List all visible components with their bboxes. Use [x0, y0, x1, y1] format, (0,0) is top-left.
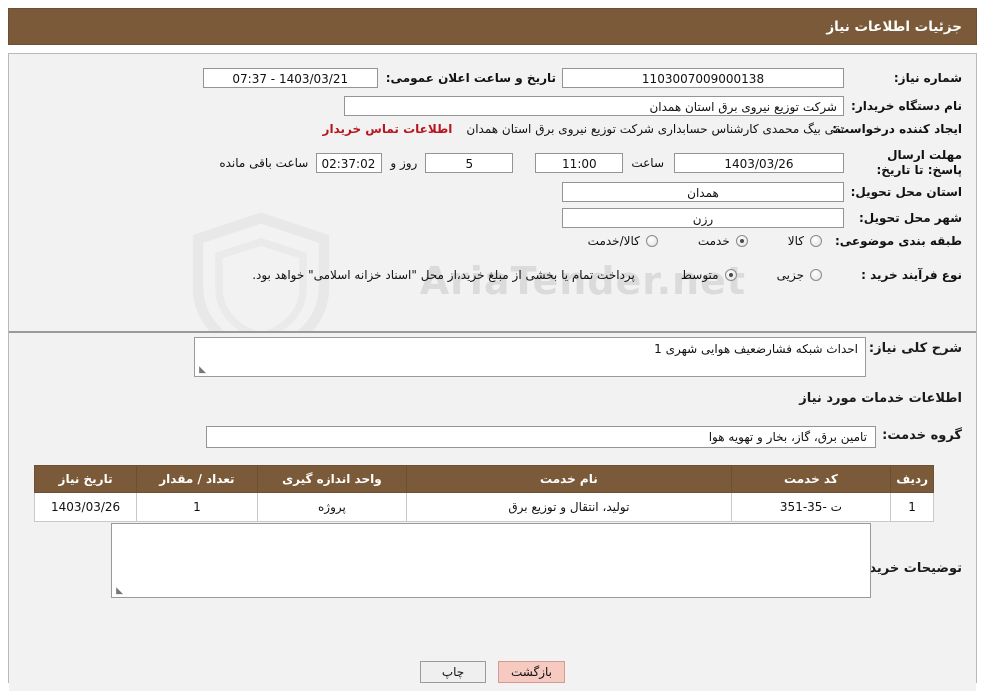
table-row: 1 ت -35-351 تولید، انتقال و توزیع برق پر… [33, 492, 934, 522]
th-need-date: تاریخ نیاز [33, 465, 138, 493]
announce-datetime-label: تاریخ و ساعت اعلان عمومی: [385, 71, 556, 85]
province-label: استان محل تحویل: [850, 185, 962, 199]
deadline-time-value: 11:00 [535, 153, 624, 173]
category-option-khedmat-label: خدمت [697, 234, 730, 248]
buyer-org-row: نام دستگاه خریدار: شرکت توزیع نیروی برق … [344, 96, 962, 116]
buyer-org-value: شرکت توزیع نیروی برق استان همدان [344, 96, 844, 116]
days-remaining-value: 5 [425, 153, 514, 173]
city-value: رزن [562, 208, 844, 228]
cell-row-no: 1 [890, 492, 934, 522]
back-button[interactable]: بازگشت [498, 661, 565, 683]
process-option-motevaset-label: متوسط [680, 268, 719, 282]
province-row: استان محل تحویل: همدان [562, 182, 962, 202]
radio-khedmat-icon[interactable] [735, 235, 748, 247]
category-option-khedmat[interactable]: خدمت [698, 234, 748, 248]
city-label: شهر محل تحویل: [858, 211, 962, 225]
buyer-notes-value [112, 524, 870, 534]
services-info-heading: اطلاعات خدمات مورد نیاز [799, 391, 962, 406]
creator-row: ایجاد کننده درخواست: تقی بیگ محمدی کارشن… [323, 122, 962, 136]
service-group-value: تامین برق، گاز، بخار و تهویه هوا [206, 426, 876, 448]
th-row-no: ردیف [890, 465, 934, 493]
creator-value: تقی بیگ محمدی کارشناس حسابداری شرکت توزی… [466, 122, 844, 136]
need-details-section: شرح کلی نیاز: احداث شبکه فشارضعیف هوایی … [9, 333, 976, 691]
category-option-kala-khedmat[interactable]: کالا/خدمت [588, 234, 658, 248]
category-label: طبقه بندی موضوعی: [834, 234, 962, 248]
radio-kala-khedmat-icon[interactable] [645, 235, 658, 247]
cell-unit: پروژه [256, 492, 408, 522]
countdown-value: 02:37:02 [316, 153, 383, 173]
countdown-label: ساعت باقی مانده [219, 156, 309, 170]
th-service-name: نام خدمت [406, 465, 732, 493]
need-number-value: 1103007009000138 [562, 68, 844, 88]
general-desc-value: احداث شبکه فشارضعیف هوایی شهری 1 [654, 342, 858, 356]
announce-datetime-value: 1403/03/21 - 07:37 [202, 68, 378, 88]
page-root: جزئیات اطلاعات نیاز AriaTender.net شماره… [0, 0, 985, 691]
th-quantity: تعداد / مقدار [136, 465, 258, 493]
days-label: روز و [390, 156, 418, 170]
cell-quantity: 1 [136, 492, 258, 522]
deadline-row: مهلت ارسال پاسخ: تا تاریخ: 1403/03/26 سا… [219, 148, 962, 178]
footer-button-row: بازگشت چاپ [9, 661, 976, 683]
content-frame: AriaTender.net شماره نیاز: 1103007009000… [8, 53, 977, 691]
buyer-notes-textarea[interactable]: ◣ [111, 523, 871, 598]
radio-motevaset-icon[interactable] [724, 269, 737, 281]
resize-grip-icon[interactable]: ◣ [197, 366, 206, 375]
hour-label: ساعت [631, 156, 664, 170]
general-desc-label: شرح کلی نیاز: [868, 341, 962, 356]
process-row: نوع فرآیند خرید : جزیی متوسط پرداخت تمام… [252, 268, 962, 282]
process-option-jozei-label: جزیی [776, 268, 804, 282]
category-row: طبقه بندی موضوعی: کالا خدمت کالا/خدمت [588, 234, 962, 248]
cell-service-code: ت -35-351 [730, 492, 892, 522]
general-desc-textarea[interactable]: احداث شبکه فشارضعیف هوایی شهری 1 ◣ [194, 337, 866, 377]
buyer-org-label: نام دستگاه خریدار: [851, 99, 962, 113]
city-row: شهر محل تحویل: رزن [562, 208, 962, 228]
announce-datetime-row: تاریخ و ساعت اعلان عمومی: 1403/03/21 - 0… [202, 68, 556, 88]
process-option-motevaset[interactable]: متوسط [681, 268, 737, 282]
page-header: جزئیات اطلاعات نیاز [8, 8, 977, 45]
need-number-row: شماره نیاز: 1103007009000138 [562, 68, 962, 88]
creator-label: ایجاد کننده درخواست: [832, 122, 962, 136]
table-header-row: ردیف کد خدمت نام خدمت واحد اندازه گیری ت… [33, 465, 934, 493]
need-number-label: شماره نیاز: [893, 71, 962, 85]
category-option-kala[interactable]: کالا [788, 234, 822, 248]
th-unit: واحد اندازه گیری [256, 465, 408, 493]
page-title: جزئیات اطلاعات نیاز [826, 18, 962, 35]
radio-jozei-icon[interactable] [810, 269, 822, 281]
cell-service-name: تولید، انتقال و توزیع برق [406, 492, 732, 522]
process-label: نوع فرآیند خرید : [861, 268, 962, 282]
service-group-label: گروه خدمت: [882, 428, 962, 443]
services-table: ردیف کد خدمت نام خدمت واحد اندازه گیری ت… [33, 465, 934, 522]
th-service-code: کد خدمت [730, 465, 892, 493]
radio-kala-icon[interactable] [810, 235, 822, 247]
province-value: همدان [562, 182, 844, 202]
need-summary-section: AriaTender.net شماره نیاز: 1103007009000… [9, 54, 976, 333]
deadline-label: مهلت ارسال پاسخ: تا تاریخ: [876, 148, 963, 177]
category-option-kala-label: کالا [787, 234, 804, 248]
cell-need-date: 1403/03/26 [33, 492, 138, 522]
process-note: پرداخت تمام یا بخشی از مبلغ خرید،از محل … [252, 268, 635, 282]
buyer-contact-link[interactable]: اطلاعات تماس خریدار [323, 122, 453, 136]
category-option-kala-khedmat-label: کالا/خدمت [587, 234, 640, 248]
print-button[interactable]: چاپ [420, 661, 486, 683]
deadline-date-value: 1403/03/26 [674, 153, 844, 173]
notes-resize-grip-icon[interactable]: ◣ [114, 587, 123, 596]
process-option-jozei[interactable]: جزیی [777, 268, 822, 282]
